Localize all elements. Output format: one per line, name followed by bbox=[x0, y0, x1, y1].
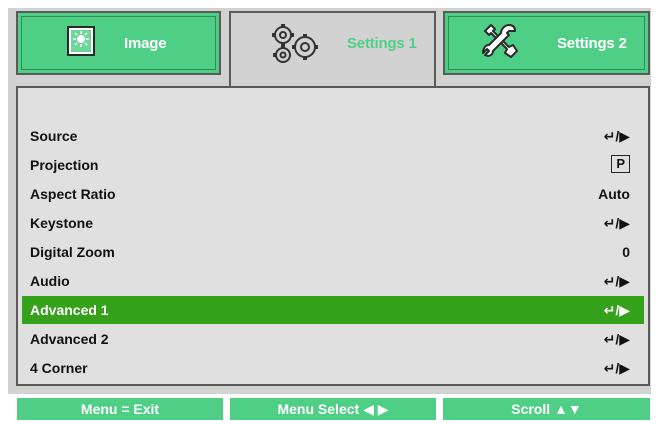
image-icon bbox=[66, 25, 96, 62]
enter-arrow-icon: ↵/▶ bbox=[603, 215, 630, 231]
tab-settings-1-label: Settings 1 bbox=[347, 35, 417, 52]
enter-arrow-icon: ↵/▶ bbox=[603, 302, 630, 318]
menu-item-label: Projection bbox=[30, 157, 99, 173]
gears-icon bbox=[269, 21, 321, 70]
tab-settings-2[interactable]: Settings 2 bbox=[443, 11, 650, 75]
menu-item-keystone[interactable]: Keystone ↵/▶ bbox=[22, 209, 644, 237]
menu-item-value: Auto bbox=[598, 186, 630, 202]
menu-item-projection[interactable]: Projection P bbox=[22, 151, 644, 179]
menu-item-advanced-1[interactable]: Advanced 1 ↵/▶ bbox=[22, 296, 644, 324]
menu-item-label: Source bbox=[30, 128, 78, 144]
menu-panel: Source ↵/▶ Projection P Aspect Ratio Aut… bbox=[16, 86, 650, 386]
menu-item-label: Keystone bbox=[30, 215, 94, 231]
menu-item-label: 4 Corner bbox=[30, 360, 88, 376]
tab-settings-1[interactable]: Settings 1 bbox=[229, 11, 436, 88]
menu-item-label: Advanced 2 bbox=[30, 331, 109, 347]
enter-arrow-icon: ↵/▶ bbox=[603, 273, 630, 289]
tools-icon bbox=[479, 21, 519, 66]
projection-mode-icon: P bbox=[611, 155, 630, 173]
menu-item-label: Audio bbox=[30, 273, 70, 289]
enter-arrow-icon: ↵/▶ bbox=[603, 331, 630, 347]
footer-scroll-hint: Scroll ▲▼ bbox=[443, 398, 650, 420]
tab-settings-2-label: Settings 2 bbox=[557, 35, 627, 52]
menu-item-source[interactable]: Source ↵/▶ bbox=[22, 122, 644, 150]
footer-exit-hint: Menu = Exit bbox=[17, 398, 223, 420]
menu-item-label: Aspect Ratio bbox=[30, 186, 116, 202]
menu-item-4-corner[interactable]: 4 Corner ↵/▶ bbox=[22, 354, 644, 382]
menu-item-label: Advanced 1 bbox=[30, 302, 109, 318]
menu-item-advanced-2[interactable]: Advanced 2 ↵/▶ bbox=[22, 325, 644, 353]
menu-item-digital-zoom[interactable]: Digital Zoom 0 bbox=[22, 238, 644, 266]
menu-item-label: Digital Zoom bbox=[30, 244, 115, 260]
footer-select-hint: Menu Select ◀ ▶ bbox=[230, 398, 436, 420]
enter-arrow-icon: ↵/▶ bbox=[603, 128, 630, 144]
tab-image[interactable]: Image bbox=[16, 11, 221, 75]
menu-item-audio[interactable]: Audio ↵/▶ bbox=[22, 267, 644, 295]
menu-item-value: 0 bbox=[622, 244, 630, 260]
tab-image-label: Image bbox=[124, 35, 167, 52]
menu-item-aspect-ratio[interactable]: Aspect Ratio Auto bbox=[22, 180, 644, 208]
enter-arrow-icon: ↵/▶ bbox=[603, 360, 630, 376]
